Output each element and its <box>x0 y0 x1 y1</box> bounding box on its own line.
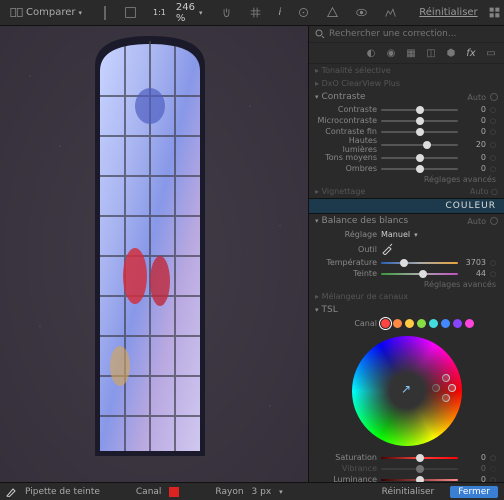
hue-magenta[interactable] <box>465 319 474 328</box>
mask-tool[interactable] <box>291 4 316 21</box>
search-input[interactable] <box>329 29 498 39</box>
tab-local-icon[interactable]: ⬢ <box>444 46 458 60</box>
image-viewport[interactable] <box>0 26 308 482</box>
canal-label: Canal <box>136 487 162 497</box>
target-icon <box>297 6 310 19</box>
eyedropper-icon[interactable] <box>6 486 17 497</box>
hue-purple[interactable] <box>453 319 462 328</box>
compare-button[interactable]: Comparer ▾ <box>4 4 88 21</box>
pipette-label: Pipette de teinte <box>25 487 100 497</box>
slider-contraste[interactable]: Contraste0○ <box>309 104 504 115</box>
tab-fx-icon[interactable]: fx <box>464 46 478 60</box>
slider-luminance[interactable]: Luminance0○ <box>309 474 504 482</box>
chevron-down-icon: ▾ <box>78 9 82 17</box>
reset-link[interactable]: Réinitialiser <box>419 7 477 18</box>
chevron-down-icon[interactable]: ▾ <box>199 9 203 17</box>
tab-light-icon[interactable]: ◐ <box>364 46 378 60</box>
one-to-one-button[interactable]: 1:1 <box>147 6 172 19</box>
presets-icon <box>488 6 501 19</box>
auto-toggle[interactable] <box>490 93 498 101</box>
info-tool[interactable]: i <box>272 5 287 20</box>
slider-teinte[interactable]: Teinte44○ <box>309 268 504 279</box>
eyedropper-icon <box>381 243 393 255</box>
fit-icon <box>124 6 137 19</box>
hue-blue[interactable] <box>441 319 450 328</box>
wb-reglage[interactable]: RéglageManuel ▾ <box>309 228 504 241</box>
hue-cyan[interactable] <box>429 319 438 328</box>
wheel-arrow-icon: ↗ <box>401 382 411 396</box>
chevron-down-icon[interactable]: ▾ <box>279 488 283 496</box>
tab-detail-icon[interactable]: ▦ <box>404 46 418 60</box>
preview-tool[interactable] <box>349 4 374 21</box>
color-wheel[interactable]: ↗ <box>352 336 462 446</box>
top-toolbar: Comparer ▾ 1:1 246 % ▾ i Réinitialiser P… <box>0 0 504 26</box>
wheel-handle[interactable] <box>442 374 450 382</box>
slider-vibrance[interactable]: Vibrance0○ <box>309 463 504 474</box>
compare-label: Comparer <box>26 7 75 18</box>
section-vignettage[interactable]: ▸ Vignettage Auto ○ <box>309 185 504 198</box>
hue-red[interactable] <box>381 319 390 328</box>
hue-orange[interactable] <box>393 319 402 328</box>
warn-tool[interactable] <box>320 4 345 21</box>
slider-ombres[interactable]: Ombres0○ <box>309 163 504 174</box>
hue-channel-picker[interactable] <box>381 319 474 328</box>
panel-tabs: ◐ ◉ ▦ ◫ ⬢ fx ▭ <box>309 43 504 64</box>
channel-swatch[interactable] <box>169 487 179 497</box>
slider-microcontraste[interactable]: Microcontraste0○ <box>309 115 504 126</box>
histogram-icon <box>384 6 397 19</box>
compare-icon <box>10 6 23 19</box>
hue-green[interactable] <box>417 319 426 328</box>
wb-advanced[interactable]: Réglages avancés <box>309 279 504 290</box>
wheel-handle[interactable] <box>448 384 456 392</box>
section-clearview[interactable]: ▸ DxO ClearView Plus <box>309 77 504 90</box>
section-contraste-header[interactable]: ▾Contraste Auto <box>309 90 504 104</box>
tab-geometry-icon[interactable]: ◫ <box>424 46 438 60</box>
section-wb-header[interactable]: ▾Balance des blancs Auto <box>309 214 504 228</box>
auto-toggle[interactable] <box>490 217 498 225</box>
eye-icon <box>355 6 368 19</box>
preview-image <box>0 26 308 482</box>
tab-color-icon[interactable]: ◉ <box>384 46 398 60</box>
slider-tons-moyens[interactable]: Tons moyens0○ <box>309 152 504 163</box>
slider-hautes-lumieres[interactable]: Hautes lumières20○ <box>309 137 504 152</box>
close-button[interactable]: Fermer <box>450 486 498 498</box>
contraste-advanced[interactable]: Réglages avancés <box>309 174 504 185</box>
grid-tool[interactable] <box>243 4 268 21</box>
grid-icon <box>249 6 262 19</box>
tab-watermark-icon[interactable]: ▭ <box>484 46 498 60</box>
fit-button[interactable] <box>118 4 143 21</box>
hist-tool[interactable] <box>378 4 403 21</box>
adjustments-panel: ◐ ◉ ▦ ◫ ⬢ fx ▭ ▸ Tonalité sélective ▸ Dx… <box>308 26 504 482</box>
section-melangeur[interactable]: ▸ Mélangeur de canaux <box>309 290 504 303</box>
section-tonalite[interactable]: ▸ Tonalité sélective <box>309 64 504 77</box>
warning-icon <box>326 6 339 19</box>
rayon-value[interactable]: 3 px <box>252 487 272 497</box>
zoom-value[interactable]: 246 % <box>176 2 195 24</box>
wheel-handle[interactable] <box>442 394 450 402</box>
hand-icon <box>220 6 233 19</box>
tsl-canal: Canal <box>309 317 504 330</box>
reset-button[interactable]: Réinitialiser <box>374 486 443 498</box>
wb-outil[interactable]: Outil <box>309 241 504 257</box>
presets-button[interactable]: Préréglages <box>482 4 504 21</box>
slider-saturation[interactable]: Saturation0○ <box>309 452 504 463</box>
rayon-label: Rayon <box>215 487 243 497</box>
tool-button-2[interactable] <box>104 6 106 20</box>
search-icon <box>315 29 325 39</box>
section-tsl-header[interactable]: ▾TSL <box>309 303 504 317</box>
hue-yellow[interactable] <box>405 319 414 328</box>
bottom-bar: Pipette de teinte Canal Rayon 3 px ▾ Réi… <box>0 482 504 500</box>
wheel-handle[interactable] <box>432 384 440 392</box>
move-tool[interactable] <box>214 4 239 21</box>
banner-couleur: COULEUR <box>309 198 504 214</box>
slider-temperature[interactable]: Température3703○ <box>309 257 504 268</box>
